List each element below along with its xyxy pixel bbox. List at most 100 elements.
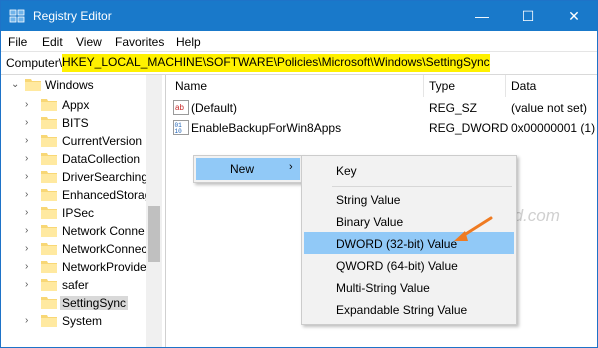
value-type: REG_DWORD	[429, 121, 509, 135]
menu-item-new[interactable]: New ›	[196, 158, 300, 180]
tree-item[interactable]: › NetworkConnec	[1, 239, 151, 259]
folder-icon	[41, 207, 57, 219]
pane-splitter[interactable]	[165, 75, 166, 347]
folder-icon	[41, 135, 57, 147]
value-data: (value not set)	[511, 101, 588, 115]
tree-item[interactable]: › BITS	[1, 113, 151, 133]
tree-item[interactable]: › EnhancedStorag	[1, 185, 151, 205]
tree-item-selected[interactable]: SettingSync	[1, 293, 151, 313]
menu-file[interactable]: File	[8, 35, 27, 49]
address-prefix: Computer\	[6, 56, 63, 70]
menu-item-expandable-string-value[interactable]: Expandable String Value	[304, 298, 514, 320]
registry-key-tree: ⌄ Windows › Appx › BITS › CurrentVersion…	[1, 75, 162, 347]
registry-app-icon	[9, 9, 25, 23]
tree-item-windows[interactable]: ⌄ Windows	[1, 75, 151, 95]
column-divider[interactable]	[505, 75, 506, 97]
menu-bar: File Edit View Favorites Help	[1, 31, 597, 51]
menu-item-qword-value[interactable]: QWORD (64-bit) Value	[304, 254, 514, 276]
binary-value-icon: 01 10	[173, 120, 189, 135]
tree-item[interactable]: › NetworkProvide	[1, 257, 151, 277]
chevron-right-icon[interactable]: ›	[25, 171, 33, 182]
folder-icon	[41, 225, 57, 237]
tree-item[interactable]: › Network Conne	[1, 221, 151, 241]
table-row[interactable]: 01 10 EnableBackupForWin8Apps REG_DWORD …	[167, 119, 597, 137]
close-button[interactable]: ✕	[551, 1, 597, 31]
folder-icon	[41, 99, 57, 111]
chevron-right-icon[interactable]: ›	[25, 243, 33, 254]
tree-item[interactable]: › System	[1, 311, 151, 331]
chevron-right-icon[interactable]: ›	[25, 315, 33, 326]
folder-icon	[41, 261, 57, 273]
chevron-right-icon[interactable]: ›	[25, 117, 33, 128]
column-header-name[interactable]: Name	[175, 79, 207, 93]
tree-item-label: CurrentVersion	[62, 134, 143, 148]
menu-item-key[interactable]: Key	[304, 159, 514, 181]
address-path[interactable]: HKEY_LOCAL_MACHINE\SOFTWARE\Policies\Mic…	[62, 54, 490, 72]
tree-item[interactable]: › DataCollection	[1, 149, 151, 169]
tree-item[interactable]: › IPSec	[1, 203, 151, 223]
menu-favorites[interactable]: Favorites	[115, 35, 164, 49]
menu-item-label: Multi-String Value	[336, 281, 430, 295]
tree-item-label: Appx	[62, 98, 90, 112]
tree-item-label: DataCollection	[62, 152, 141, 166]
chevron-right-icon[interactable]: ›	[25, 153, 33, 164]
folder-icon	[41, 153, 57, 165]
chevron-right-icon[interactable]: ›	[25, 207, 33, 218]
chevron-right-icon[interactable]: ›	[25, 279, 33, 290]
column-header-data[interactable]: Data	[511, 79, 536, 93]
folder-icon	[41, 279, 57, 291]
string-value-icon: ab	[173, 100, 189, 115]
chevron-right-icon[interactable]: ›	[25, 261, 33, 272]
folder-icon	[41, 315, 57, 327]
menu-item-multi-string-value[interactable]: Multi-String Value	[304, 276, 514, 298]
chevron-right-icon[interactable]: ›	[25, 225, 33, 236]
maximize-button[interactable]: ☐	[505, 1, 551, 31]
tree-item-label: Network Conne	[62, 224, 145, 238]
menu-item-label: DWORD (32-bit) Value	[336, 237, 458, 251]
menu-item-label: QWORD (64-bit) Value	[336, 259, 458, 273]
tree-item[interactable]: › DriverSearching	[1, 167, 151, 187]
tree-scrollbar-thumb[interactable]	[148, 206, 160, 262]
registry-editor-window: Registry Editor — ☐ ✕ File Edit View Fav…	[0, 0, 598, 348]
svg-text:ab: ab	[175, 103, 184, 112]
menu-item-label: Binary Value	[336, 215, 404, 229]
value-type: REG_SZ	[429, 101, 478, 115]
svg-text:10: 10	[175, 128, 183, 135]
value-data: 0x00000001 (1)	[511, 121, 596, 135]
column-divider[interactable]	[423, 75, 424, 97]
menu-item-label: Key	[336, 164, 357, 178]
tree-item-label: BITS	[62, 116, 89, 130]
menu-item-string-value[interactable]: String Value	[304, 188, 514, 210]
chevron-down-icon[interactable]: ⌄	[11, 79, 19, 90]
chevron-right-icon[interactable]: ›	[25, 135, 33, 146]
menu-view[interactable]: View	[76, 35, 102, 49]
menu-edit[interactable]: Edit	[42, 35, 63, 49]
menu-item-label: String Value	[336, 193, 401, 207]
tree-item-label: System	[62, 314, 103, 328]
tree-item-label: NetworkProvide	[62, 260, 147, 274]
tree-item-label: DriverSearching	[62, 170, 149, 184]
chevron-right-icon[interactable]: ›	[25, 99, 33, 110]
tree-item-label: IPSec	[62, 206, 95, 220]
chevron-right-icon[interactable]: ›	[25, 189, 33, 200]
folder-icon	[25, 79, 41, 91]
tree-item[interactable]: › Appx	[1, 95, 151, 115]
address-bar[interactable]: Computer\ HKEY_LOCAL_MACHINE\SOFTWARE\Po…	[1, 51, 597, 75]
tree-item[interactable]: › safer	[1, 275, 151, 295]
title-bar[interactable]: Registry Editor — ☐ ✕	[1, 1, 597, 31]
tree-item-label: SettingSync	[60, 296, 129, 310]
menu-help[interactable]: Help	[176, 35, 201, 49]
tree-item-label: safer	[62, 278, 89, 292]
folder-icon	[41, 243, 57, 255]
tree-item[interactable]: › CurrentVersion	[1, 131, 151, 151]
window-title: Registry Editor	[33, 9, 112, 23]
menu-item-label: Expandable String Value	[336, 303, 468, 317]
folder-icon	[41, 189, 57, 201]
value-name: (Default)	[191, 101, 238, 115]
column-header-type[interactable]: Type	[429, 79, 455, 93]
minimize-button[interactable]: —	[459, 1, 505, 31]
table-row[interactable]: ab (Default) REG_SZ (value not set)	[167, 99, 597, 117]
tree-item-label: Windows	[45, 78, 94, 92]
context-menu: New ›	[193, 155, 303, 183]
value-name: EnableBackupForWin8Apps	[191, 121, 342, 135]
